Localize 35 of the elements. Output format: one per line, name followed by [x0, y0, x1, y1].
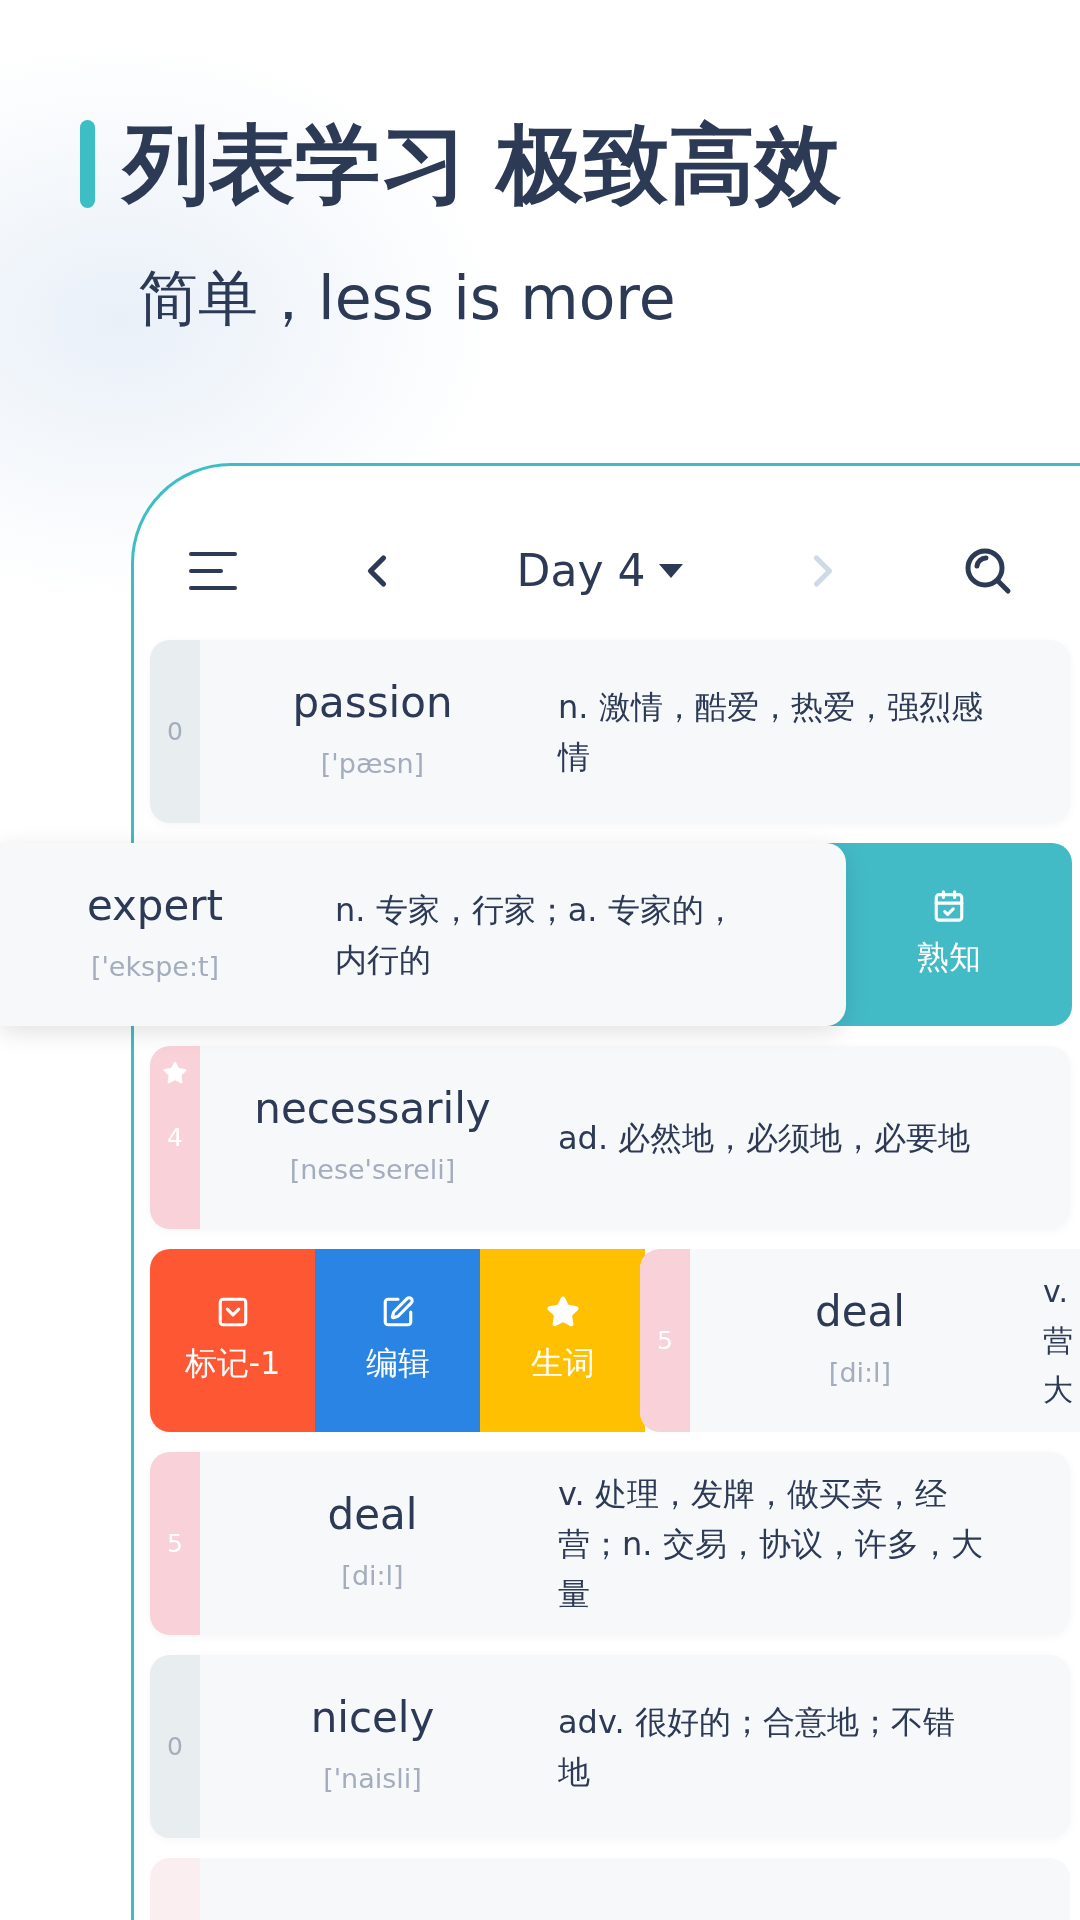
phonetic: ['ekspe:t]	[90, 950, 220, 985]
word-card[interactable]: expert ['ekspe:t] n. 专家，行家；a. 专家的，内行的	[0, 843, 846, 1026]
phonetic: [di:l]	[828, 1356, 892, 1391]
word-card[interactable]: 0 passion ['pæsn] n. 激情，酷爱，热爱，强烈感情	[150, 640, 1070, 823]
word-card[interactable]: 0 nicely ['naisli] adv. 很好的；合意地；不错地	[150, 1655, 1070, 1838]
word: deal	[815, 1287, 905, 1338]
dropdown-caret-icon	[659, 564, 684, 578]
word: passion	[292, 678, 453, 729]
day-selector[interactable]: Day 4	[516, 538, 684, 604]
phonetic: [di:l]	[341, 1559, 404, 1594]
definition: n. 激情，酷爱，热爱，强烈感情	[558, 686, 983, 778]
word: nicely	[310, 1693, 435, 1744]
swipe-action-button[interactable]: 编辑	[315, 1249, 480, 1432]
definition: n. 专家，行家；a. 专家的，内行的	[335, 889, 737, 981]
phonetic: [nese'sereli]	[289, 1153, 456, 1188]
search-button[interactable]	[963, 546, 1013, 596]
review-count: 0	[167, 1730, 183, 1763]
star-icon	[545, 1294, 580, 1329]
definition-fragment: v.	[1043, 1273, 1069, 1311]
definition: v. 处理，发牌，做买卖，经营；n. 交易，协议，许多，大量	[558, 1473, 983, 1615]
star-icon	[162, 1060, 188, 1086]
headline-subtitle: 简单，less is more	[137, 268, 677, 328]
phonetic: ['pæsn]	[320, 747, 425, 782]
word: necessarily	[254, 1084, 491, 1135]
definition: adv. 很好的；合意地；不错地	[558, 1701, 956, 1793]
definition: ad. 必然地，必须地，必要地	[558, 1117, 972, 1159]
definition-fragment: 大	[1043, 1371, 1073, 1409]
menu-button[interactable]	[189, 552, 237, 590]
headline-title: 列表学习 极致高效	[123, 121, 841, 207]
word: deal	[327, 1490, 418, 1541]
definition-fragment: 营	[1043, 1322, 1073, 1360]
phonetic: ['naisli]	[323, 1762, 422, 1797]
word: expert	[86, 881, 224, 932]
calendar-check-icon	[932, 888, 966, 923]
review-count: 0	[167, 715, 183, 748]
